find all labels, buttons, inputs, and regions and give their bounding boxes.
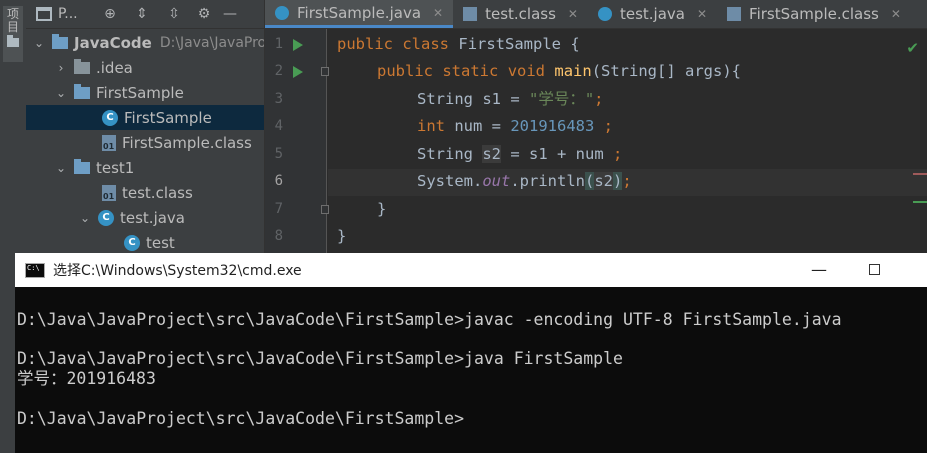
tree-item-test-java[interactable]: ⌄ C test.java xyxy=(26,205,264,230)
class-file-icon xyxy=(463,7,478,21)
tree-item-label: FirstSample xyxy=(124,108,212,127)
collapse-all-icon[interactable]: ⇳ xyxy=(158,6,190,22)
code-line: } xyxy=(337,227,347,245)
cmd-prompt-line[interactable]: D:\Java\JavaProject\src\JavaCode\FirstSa… xyxy=(17,409,464,429)
maximize-button[interactable] xyxy=(862,257,886,281)
folder-icon xyxy=(74,83,90,99)
line-number: 1 xyxy=(274,36,283,52)
line-number: 4 xyxy=(274,118,283,134)
chevron-down-icon[interactable]: ⌄ xyxy=(56,161,66,175)
folder-icon xyxy=(7,35,19,47)
class-file-icon: 01 xyxy=(102,134,116,151)
code-line: int num = 201916483 ; xyxy=(417,117,613,135)
tree-item-label: .idea xyxy=(96,58,133,77)
cmd-window-title: 选择C:\Windows\System32\cmd.exe xyxy=(53,263,302,279)
cmd-output-line: 学号：201916483 xyxy=(17,369,156,388)
tree-item-label: test1 xyxy=(96,158,135,177)
tree-item-firstsample-folder[interactable]: ⌄ FirstSample xyxy=(26,80,264,105)
java-class-icon xyxy=(275,5,289,20)
minimize-button[interactable]: — xyxy=(807,257,831,281)
folder-icon xyxy=(74,58,90,74)
chevron-down-icon[interactable]: ⌄ xyxy=(80,211,90,225)
fold-icon[interactable] xyxy=(321,67,329,76)
editor-gutter: 1 2 3 4 5 6 7 8 xyxy=(265,29,329,253)
line-number: 6 xyxy=(274,173,283,189)
run-icon[interactable] xyxy=(293,66,303,78)
line-number: 2 xyxy=(274,63,283,79)
tab-firstsample-java[interactable]: FirstSample.java ✕ xyxy=(265,0,454,28)
code-line: public class FirstSample { xyxy=(337,35,580,53)
tree-item-test-classfile[interactable]: 01 test.class xyxy=(26,180,264,205)
chevron-down-icon[interactable]: ⌄ xyxy=(56,86,66,100)
cmd-titlebar[interactable]: 选择C:\Windows\System32\cmd.exe — xyxy=(15,253,927,287)
java-class-icon xyxy=(597,7,612,21)
code-line: String s1 = "学号："; xyxy=(417,90,604,108)
tree-item-test1[interactable]: ⌄ test1 xyxy=(26,155,264,180)
tree-item-javacode[interactable]: ⌄ JavaCode D:\Java\JavaProject\src\JavaC… xyxy=(26,30,265,55)
line-number: 8 xyxy=(274,228,283,244)
tree-item-label: test.class xyxy=(122,183,193,202)
tree-item-path: D:\Java\JavaProject\src\JavaCode xyxy=(159,34,265,51)
tree-item-firstsample-classfile[interactable]: 01 FirstSample.class xyxy=(26,130,264,155)
expand-all-icon[interactable]: ⇕ xyxy=(126,6,158,22)
close-icon[interactable]: ✕ xyxy=(433,6,443,20)
java-class-icon: C xyxy=(102,109,118,126)
code-line: public static void main(String[] args){ xyxy=(377,62,741,80)
fold-icon[interactable] xyxy=(321,205,329,214)
tab-label: test.java xyxy=(619,5,685,23)
error-stripe-marker[interactable] xyxy=(913,173,927,175)
close-icon[interactable]: ✕ xyxy=(891,7,901,21)
settings-gear-icon[interactable]: ⚙ xyxy=(190,6,218,22)
project-tool-tab-label: 项目 xyxy=(7,7,20,34)
no-problems-check-icon[interactable]: ✔ xyxy=(906,39,919,57)
chevron-right-icon[interactable]: › xyxy=(56,61,66,75)
run-icon[interactable] xyxy=(293,39,303,51)
cmd-app-icon xyxy=(25,262,45,278)
change-stripe-marker[interactable] xyxy=(913,201,927,203)
tab-label: FirstSample.class xyxy=(749,5,879,23)
tree-item-label: test xyxy=(146,233,175,252)
close-icon[interactable]: ✕ xyxy=(697,7,707,21)
java-class-icon: C xyxy=(98,209,114,226)
tab-test-java[interactable]: test.java ✕ xyxy=(588,0,717,28)
tree-item-label: FirstSample.class xyxy=(122,133,252,152)
tab-label: FirstSample.java xyxy=(297,3,422,22)
tree-item-test-class[interactable]: C test xyxy=(26,230,264,255)
cmd-output-line: D:\Java\JavaProject\src\JavaCode\FirstSa… xyxy=(17,310,842,329)
code-line: System.out.println(s2); xyxy=(417,172,632,190)
tree-item-firstsample-class[interactable]: C FirstSample xyxy=(26,105,264,130)
select-opened-file-icon[interactable]: ⊕ xyxy=(94,6,126,22)
code-editor[interactable]: 1 2 3 4 5 6 7 8 public class FirstSample… xyxy=(265,29,927,253)
chevron-down-icon[interactable]: ⌄ xyxy=(34,36,44,50)
project-tool-tab[interactable]: 项目 xyxy=(3,6,23,62)
code-line: String s2 = s1 + num ; xyxy=(417,145,623,163)
tree-item-idea[interactable]: › .idea xyxy=(26,55,264,80)
tab-test-class[interactable]: test.class ✕ xyxy=(453,0,588,28)
module-folder-icon xyxy=(52,33,68,49)
hide-panel-icon[interactable]: — xyxy=(218,6,242,22)
project-panel-toolbar: P... ⊕ ⇕ ⇳ ⚙ — xyxy=(26,0,264,29)
tab-firstsample-class[interactable]: FirstSample.class ✕ xyxy=(717,0,911,28)
close-icon[interactable]: ✕ xyxy=(568,7,578,21)
tree-item-label: FirstSample xyxy=(96,83,184,102)
java-class-icon: C xyxy=(124,234,140,251)
project-view-selector[interactable]: P... xyxy=(58,6,94,22)
tree-item-label: test.java xyxy=(120,208,186,227)
project-view-icon xyxy=(36,7,52,21)
cmd-window[interactable]: 选择C:\Windows\System32\cmd.exe — D:\Java\… xyxy=(15,253,927,453)
class-file-icon xyxy=(727,7,742,21)
maximize-icon xyxy=(868,263,880,275)
cmd-output-line: D:\Java\JavaProject\src\JavaCode\FirstSa… xyxy=(17,349,623,368)
line-number: 3 xyxy=(274,91,283,107)
tab-label: test.class xyxy=(485,5,556,23)
class-file-icon: 01 xyxy=(102,184,116,201)
code-line: } xyxy=(377,200,387,218)
folder-icon xyxy=(74,158,90,174)
editor-tab-bar: FirstSample.java ✕ test.class ✕ test.jav… xyxy=(265,0,927,29)
tree-item-label: JavaCode xyxy=(74,33,152,52)
line-number: 5 xyxy=(274,146,283,162)
line-number: 7 xyxy=(274,201,283,217)
